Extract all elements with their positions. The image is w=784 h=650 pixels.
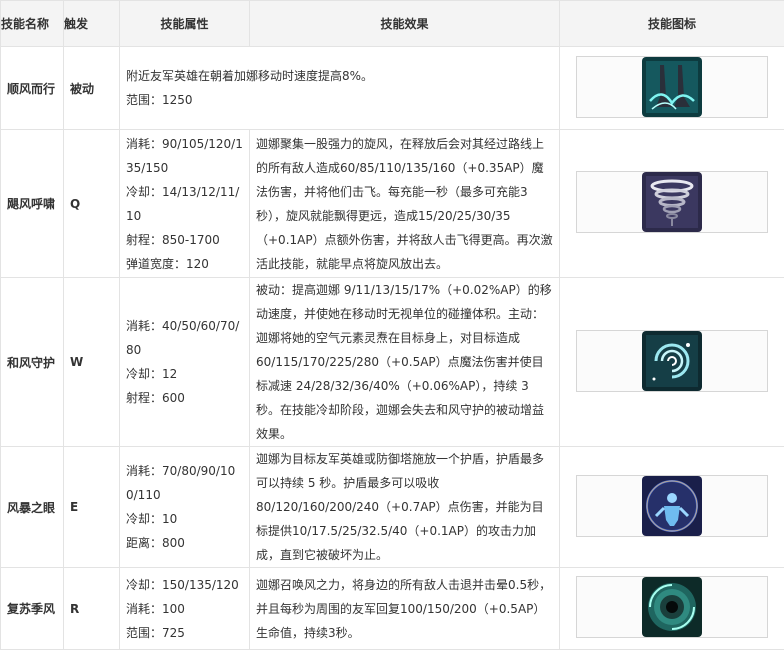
attr-width: 弹道宽度：120 (126, 252, 243, 276)
icon-frame (576, 330, 768, 392)
icon-frame (576, 576, 768, 638)
attr-cooldown: 冷却：150/135/120 (126, 573, 243, 597)
skill-name: 顺风而行 (1, 47, 64, 130)
skill-attributes: 消耗：40/50/60/70/80 冷却：12 射程：600 (120, 278, 250, 447)
storm-eye-icon (642, 476, 702, 536)
skill-name: 飓风呼啸 (1, 130, 64, 278)
table-row: 飓风呼啸 Q 消耗：90/105/120/135/150 冷却：14/13/12… (1, 130, 784, 278)
header-skill-name: 技能名称 (1, 1, 64, 47)
skill-name: 和风守护 (1, 278, 64, 447)
header-effect: 技能效果 (250, 1, 560, 47)
attr-range: 射程：600 (126, 386, 243, 410)
skill-attributes: 消耗：90/105/120/135/150 冷却：14/13/12/11/10 … (120, 130, 250, 278)
attr-range: 射程：850-1700 (126, 228, 243, 252)
skill-icon-cell (560, 447, 784, 568)
skill-icon-cell (560, 130, 784, 278)
skill-effect: 被动：提高迦娜 9/11/13/15/17%（+0.02%AP）的移动速度，并使… (250, 278, 560, 447)
skill-effect: 迦娜聚集一股强力的旋风，在释放后会对其经过路线上的所有敌人造成60/85/110… (250, 130, 560, 278)
table-row: 风暴之眼 E 消耗：70/80/90/100/110 冷却：10 距离：800 … (1, 447, 784, 568)
tornado-icon (642, 172, 702, 232)
zephyr-swirl-icon (642, 331, 702, 391)
passive-description: 附近友军英雄在朝着加娜移动时速度提高8%。 范围：1250 (120, 47, 560, 130)
skill-trigger: E (64, 447, 120, 568)
skill-effect: 迦娜为目标友军英雄或防御塔施放一个护盾，护盾最多可以持续 5 秒。护盾最多可以吸… (250, 447, 560, 568)
header-trigger: 触发 (64, 1, 120, 47)
icon-frame (576, 475, 768, 537)
skill-name: 风暴之眼 (1, 447, 64, 568)
passive-range: 范围：1250 (126, 88, 553, 112)
skill-trigger: 被动 (64, 47, 120, 130)
skill-attributes: 消耗：70/80/90/100/110 冷却：10 距离：800 (120, 447, 250, 568)
effect-text: 迦娜聚集一股强力的旋风，在释放后会对其经过路线上的所有敌人造成60/85/110… (256, 132, 553, 276)
skill-trigger: Q (64, 130, 120, 278)
table-row: 和风守护 W 消耗：40/50/60/70/80 冷却：12 射程：600 被动… (1, 278, 784, 447)
icon-frame (576, 171, 768, 233)
effect-text: 迦娜为目标友军英雄或防御塔施放一个护盾，护盾最多可以持续 5 秒。护盾最多可以吸… (256, 447, 553, 567)
effect-text: 被动：提高迦娜 9/11/13/15/17%（+0.02%AP）的移动速度，并使… (256, 278, 553, 446)
skill-icon-cell (560, 278, 784, 447)
header-attributes: 技能属性 (120, 1, 250, 47)
attr-range: 范围：725 (126, 621, 243, 645)
attr-cost: 消耗：70/80/90/100/110 (126, 459, 243, 507)
icon-frame (576, 56, 768, 118)
skill-icon-cell (560, 47, 784, 130)
skill-table: 技能名称 触发 技能属性 技能效果 技能图标 顺风而行 被动 附近友军英雄在朝着… (0, 0, 784, 650)
attr-range: 距离：800 (126, 531, 243, 555)
tailwind-feet-icon (642, 57, 702, 117)
attr-cost: 消耗：40/50/60/70/80 (126, 314, 243, 362)
monsoon-vortex-icon (642, 577, 702, 637)
attr-cooldown: 冷却：12 (126, 362, 243, 386)
attr-cost: 消耗：90/105/120/135/150 (126, 132, 243, 180)
table-row: 顺风而行 被动 附近友军英雄在朝着加娜移动时速度提高8%。 范围：1250 (1, 47, 784, 130)
attr-cooldown: 冷却：10 (126, 507, 243, 531)
table-header-row: 技能名称 触发 技能属性 技能效果 技能图标 (1, 1, 784, 47)
skill-trigger: W (64, 278, 120, 447)
attr-cooldown: 冷却：14/13/12/11/10 (126, 180, 243, 228)
passive-line: 附近友军英雄在朝着加娜移动时速度提高8%。 (126, 64, 553, 88)
header-icon: 技能图标 (560, 1, 784, 47)
